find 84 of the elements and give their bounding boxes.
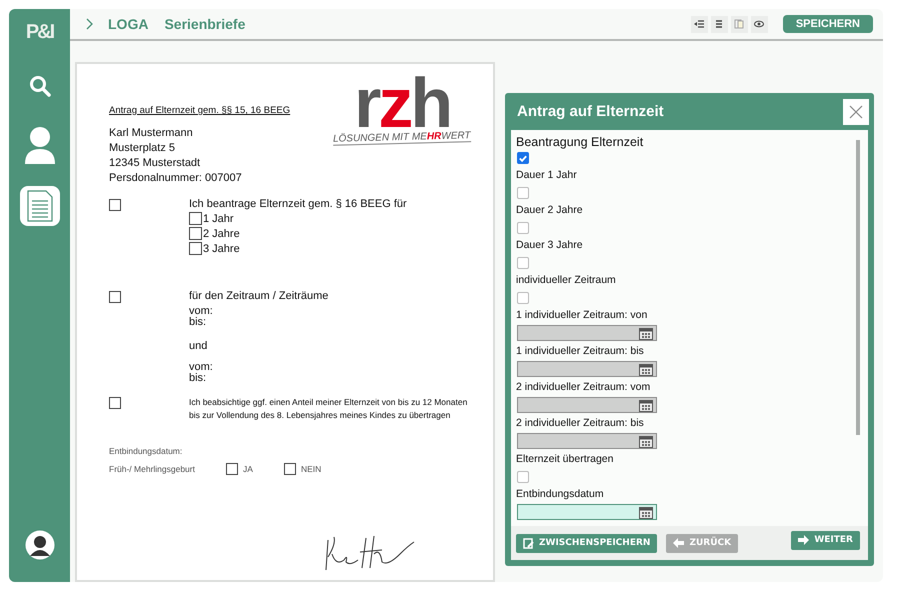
field-label: Dauer 2 Jahre: [516, 203, 584, 218]
checkbox[interactable]: [517, 187, 529, 199]
indent-icon: [694, 19, 704, 29]
date-input-field[interactable]: [517, 325, 657, 341]
date-input-field[interactable]: [517, 433, 657, 449]
field-label: 2 individueller Zeitraum: bis: [516, 416, 645, 431]
pages-icon: [734, 19, 744, 29]
date-input-field[interactable]: [517, 397, 657, 413]
field-label: Dauer 1 Jahr: [516, 168, 578, 183]
checkbox[interactable]: [189, 212, 202, 225]
save-button[interactable]: SPEICHERN: [782, 15, 873, 33]
logo-tagline: LÖSUNGEN MIT MEHRWERT: [333, 130, 472, 146]
calendar-icon[interactable]: [639, 362, 653, 376]
checkbox[interactable]: [517, 471, 529, 483]
option-label: 2 Jahre: [203, 228, 240, 240]
checkbox[interactable]: [189, 242, 202, 255]
checkbox[interactable]: [517, 152, 529, 164]
save-button[interactable]: ZWISCHENSPEICHERN: [516, 534, 658, 552]
multiple-birth-label: Früh-/ Mehrlingsgeburt: [109, 464, 196, 474]
close-icon: [849, 104, 863, 118]
option-label: JA: [243, 464, 253, 474]
checkbox[interactable]: [109, 397, 121, 409]
option-label: NEIN: [301, 464, 322, 474]
period-label: bis:: [189, 373, 208, 384]
section-text: Ich beabsichtige ggf. einen Anteil meiner Elternzeit von bis zu 12 Monaten: [189, 396, 468, 409]
app-logo: P&I: [26, 21, 54, 44]
field-label: 1 individueller Zeitraum: bis: [516, 344, 645, 359]
checkbox[interactable]: [109, 291, 121, 303]
period-label: bis:: [189, 317, 208, 328]
calendar-icon[interactable]: [639, 434, 653, 448]
option-label: 3 Jahre: [203, 242, 240, 254]
list-icon: [714, 19, 724, 29]
field-label: Dauer 3 Jahre: [516, 238, 584, 253]
field-label: 2 individueller Zeitraum: vom: [516, 380, 652, 395]
checkbox[interactable]: [226, 463, 238, 475]
scrollbar[interactable]: [856, 140, 860, 435]
document-icon: [26, 190, 52, 222]
checkbox[interactable]: [109, 199, 121, 211]
search-icon: [28, 75, 50, 97]
joiner-text: und: [189, 340, 208, 352]
eye-tool-button[interactable]: [750, 16, 768, 32]
checkbox[interactable]: [517, 292, 529, 304]
field-label: Elternzeit übertragen: [516, 452, 614, 467]
next-button[interactable]: WEITER: [791, 530, 860, 550]
field-label: individueller Zeitraum: [516, 273, 617, 288]
eye-icon: [754, 19, 764, 29]
avatar-icon[interactable]: [24, 530, 54, 560]
calendar-icon[interactable]: [639, 326, 653, 340]
form-title: Beantragung Elternzeit: [516, 135, 644, 149]
breadcrumb-link[interactable]: LOGA: [108, 16, 148, 32]
period-label: vom:: [189, 306, 214, 317]
chevron-icon: [86, 18, 94, 30]
person-icon: [24, 126, 56, 166]
right-arrow-icon: [798, 535, 810, 545]
indent-tool-button[interactable]: [690, 16, 708, 32]
company-logo: rzh: [354, 74, 450, 132]
birth-date-label: Entbindungsdatum:: [109, 446, 184, 456]
calendar-icon[interactable]: [639, 506, 653, 518]
calendar-icon[interactable]: [639, 398, 653, 412]
checkbox[interactable]: [517, 257, 529, 269]
option-label: 1 Jahr: [203, 212, 234, 224]
dialog-title: Antrag auf Elternzeit: [517, 103, 664, 120]
list-tool-button[interactable]: [710, 16, 728, 32]
section-text: Ich beantrage Elternzeit gem. § 16 BEEG für: [189, 198, 407, 210]
checkbox[interactable]: [517, 222, 529, 234]
section-text: bis zur Vollendung des 8. Lebensjahres meines Kindes zu übertragen: [189, 409, 452, 422]
checkbox[interactable]: [189, 227, 202, 240]
letter-heading: Antrag auf Elternzeit gem. §§ 15, 16 BEEG: [109, 105, 290, 116]
period-label: vom:: [189, 362, 214, 373]
date-input-field[interactable]: [517, 361, 657, 377]
checkbox[interactable]: [284, 463, 296, 475]
field-label: Entbindungsdatum: [516, 487, 605, 502]
breadcrumb-link[interactable]: Serienbriefe: [164, 16, 246, 32]
address-line: Karl Mustermann: [109, 126, 194, 141]
left-arrow-icon: [673, 538, 684, 548]
date-input-field[interactable]: [517, 504, 657, 520]
section-text: für den Zeitraum / Zeiträume: [189, 290, 328, 302]
address-line: 12345 Musterstadt: [109, 156, 202, 171]
address-line: Persdonalnummer: 007007: [109, 171, 243, 186]
field-label: 1 individueller Zeitraum: von: [516, 308, 648, 323]
address-line: Musterplatz 5: [109, 141, 176, 156]
document-nav-item[interactable]: [20, 186, 60, 226]
edit-document-icon: [523, 538, 534, 548]
close-button[interactable]: [843, 98, 869, 124]
